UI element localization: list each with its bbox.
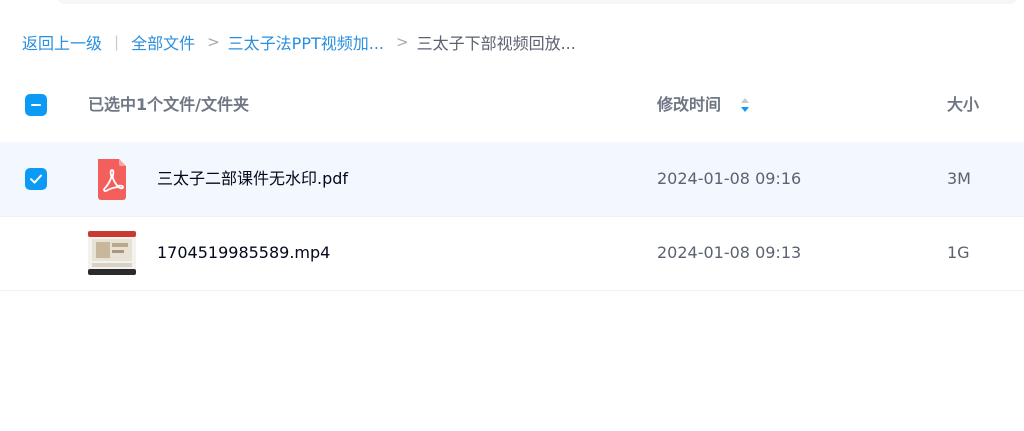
breadcrumb-divider: | <box>114 33 120 51</box>
search-bar-edge[interactable] <box>56 0 1018 4</box>
file-modified-time: 2024-01-08 09:16 <box>657 169 802 188</box>
sort-up-down-icon[interactable] <box>738 96 752 114</box>
breadcrumb-all-files[interactable]: 全部文件 <box>131 30 195 54</box>
breadcrumb-separator: > <box>207 33 220 51</box>
file-row[interactable]: 1704519985589.mp4 2024-01-08 09:13 1G <box>0 216 1024 291</box>
back-link[interactable]: 返回上一级 <box>22 30 102 54</box>
file-row[interactable]: 三太子二部课件无水印.pdf 2024-01-08 09:16 3M <box>0 142 1024 217</box>
minus-icon <box>31 104 41 106</box>
column-header-size[interactable]: 大小 <box>947 94 979 116</box>
file-name[interactable]: 1704519985589.mp4 <box>157 242 330 264</box>
breadcrumb-separator: > <box>396 33 409 51</box>
breadcrumb-current-folder: 三太子下部视频回放... <box>416 34 576 53</box>
checkmark-icon <box>30 174 42 184</box>
file-manager: 返回上一级 | 全部文件 > 三太子法PPT视频加... > 三太子下部视频回放… <box>0 0 1024 431</box>
file-modified-time: 2024-01-08 09:13 <box>657 243 802 262</box>
file-size: 3M <box>947 169 971 188</box>
row-checkbox[interactable] <box>25 168 47 190</box>
pdf-icon <box>98 159 126 200</box>
file-list-header: 已选中1个文件/文件夹 修改时间 大小 <box>0 70 1024 140</box>
video-thumbnail <box>88 231 136 275</box>
selection-count-label: 已选中1个文件/文件夹 <box>88 95 249 114</box>
file-name[interactable]: 三太子二部课件无水印.pdf <box>157 168 348 190</box>
file-size: 1G <box>947 243 970 262</box>
breadcrumb-parent-folder[interactable]: 三太子法PPT视频加... <box>228 30 384 54</box>
breadcrumb: 返回上一级 | 全部文件 > 三太子法PPT视频加... > 三太子下部视频回放… <box>22 30 576 54</box>
select-all-checkbox[interactable] <box>25 94 47 116</box>
column-header-modified[interactable]: 修改时间 <box>657 94 721 116</box>
